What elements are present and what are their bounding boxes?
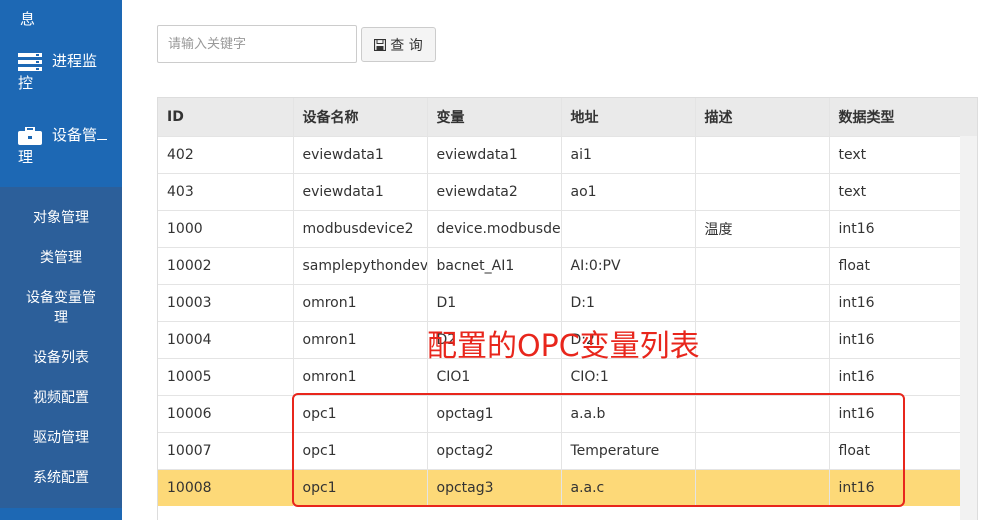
sidebar-item-device-management[interactable]: 设备管 理	[18, 124, 108, 168]
table-row[interactable]: 402 eviewdata1 eviewdata1 ai1 text	[158, 135, 962, 173]
cell-id: 402	[158, 135, 294, 173]
sidebar-item-object-management[interactable]: 对象管理	[0, 208, 122, 228]
cell-variable: bacnet_AI1	[427, 246, 562, 284]
column-header-description[interactable]: 描述	[695, 98, 830, 136]
cell-description	[695, 172, 830, 210]
annotation-label: 配置的OPC变量列表	[427, 329, 700, 364]
cell-id: 10004	[158, 320, 294, 358]
cell-description: 温度	[695, 209, 830, 247]
cell-data-type: text	[829, 135, 962, 173]
cell-id: 10007	[158, 431, 294, 469]
cell-description	[695, 320, 830, 358]
cell-device-name: samplepythondevice	[293, 246, 428, 284]
column-header-id[interactable]: ID	[158, 98, 294, 136]
sidebar-item-class-management[interactable]: 类管理	[0, 248, 122, 268]
table-row[interactable]: 1000modbusdevice2device.modbusdevic 温度int…	[158, 209, 962, 247]
briefcase-icon	[18, 126, 42, 145]
cell-device-name: omron1	[293, 283, 428, 321]
table-scrollbar[interactable]	[960, 98, 977, 520]
cell-data-type: int16	[829, 320, 962, 358]
column-header-device-name[interactable]: 设备名称	[293, 98, 428, 136]
cell-variable: D1	[427, 283, 562, 321]
sidebar-item-video-config[interactable]: 视频配置	[0, 388, 122, 408]
sidebar-item-label: 设备管	[52, 126, 98, 144]
sidebar-item-device-variable-management[interactable]: 设备变量管理	[0, 288, 122, 328]
cell-description	[695, 135, 830, 173]
cell-id: 10002	[158, 246, 294, 284]
table-row[interactable]: 10002samplepythondevicebacnet_AI1AI:0:PV…	[158, 246, 962, 284]
sidebar-bottom-section	[0, 508, 122, 520]
sidebar-item-system-config[interactable]: 系统配置	[0, 468, 122, 488]
cell-device-name: omron1	[293, 320, 428, 358]
table-header-row: ID 设备名称 变量 地址 描述 数据类型	[158, 98, 962, 136]
cell-id: 10003	[158, 283, 294, 321]
cell-id: 10005	[158, 357, 294, 395]
table-row[interactable]: 10003 omron1 D1 D:1 int16	[158, 283, 962, 321]
sidebar-item-label: 理	[18, 148, 34, 166]
annotation-highlight-box	[292, 393, 905, 507]
sidebar-item-device-list[interactable]: 设备列表	[0, 348, 122, 368]
cell-variable: eviewdata2	[427, 172, 562, 210]
cell-data-type: text	[829, 172, 962, 210]
table-row[interactable]: 403 eviewdata1 eviewdata2 ao1 text	[158, 172, 962, 210]
column-header-address[interactable]: 地址	[561, 98, 696, 136]
cell-device-name: eviewdata1	[293, 172, 428, 210]
cell-description	[695, 246, 830, 284]
sidebar: 息 进程监 控 设备管 理 对象管理 类管理 设备变量管理 设备列表 视频配置	[0, 0, 122, 520]
cell-address: D:1	[561, 283, 696, 321]
sidebar-item-process-monitor[interactable]: 进程监 控	[18, 50, 97, 94]
cell-description	[695, 357, 830, 395]
column-header-variable[interactable]: 变量	[427, 98, 562, 136]
cell-id: 10008	[158, 468, 294, 506]
cell-data-type: int16	[829, 283, 962, 321]
server-icon	[18, 52, 42, 71]
cell-data-type: int16	[829, 357, 962, 395]
cell-data-type: float	[829, 246, 962, 284]
sidebar-main-section: 息 进程监 控 设备管 理	[0, 0, 122, 187]
cell-address: ai1	[561, 135, 696, 173]
cell-address: ao1	[561, 172, 696, 210]
sidebar-item-label: 进程监	[52, 52, 98, 70]
save-icon	[374, 38, 387, 51]
cell-data-type: int16	[829, 209, 962, 247]
cell-device-name: eviewdata1	[293, 135, 428, 173]
sidebar-item-info[interactable]: 息	[20, 8, 35, 30]
column-header-data-type[interactable]: 数据类型	[829, 98, 962, 136]
cell-address: AI:0:PV	[561, 246, 696, 284]
cell-address	[561, 209, 696, 247]
cell-device-name: omron1	[293, 357, 428, 395]
cell-id: 10006	[158, 394, 294, 432]
cell-id: 1000	[158, 209, 294, 247]
cell-variable: device.modbusdevic	[427, 209, 562, 247]
cell-id: 403	[158, 172, 294, 210]
cell-variable: eviewdata1	[427, 135, 562, 173]
cell-device-name: modbusdevice2	[293, 209, 428, 247]
search-button[interactable]: 查 询	[361, 27, 436, 62]
search-button-label: 查 询	[390, 37, 423, 54]
sidebar-item-driver-management[interactable]: 驱动管理	[0, 428, 122, 448]
cell-description	[695, 283, 830, 321]
sidebar-item-label: 控	[18, 74, 34, 92]
sidebar-item-label: 息	[20, 10, 36, 28]
search-input[interactable]	[157, 25, 357, 63]
